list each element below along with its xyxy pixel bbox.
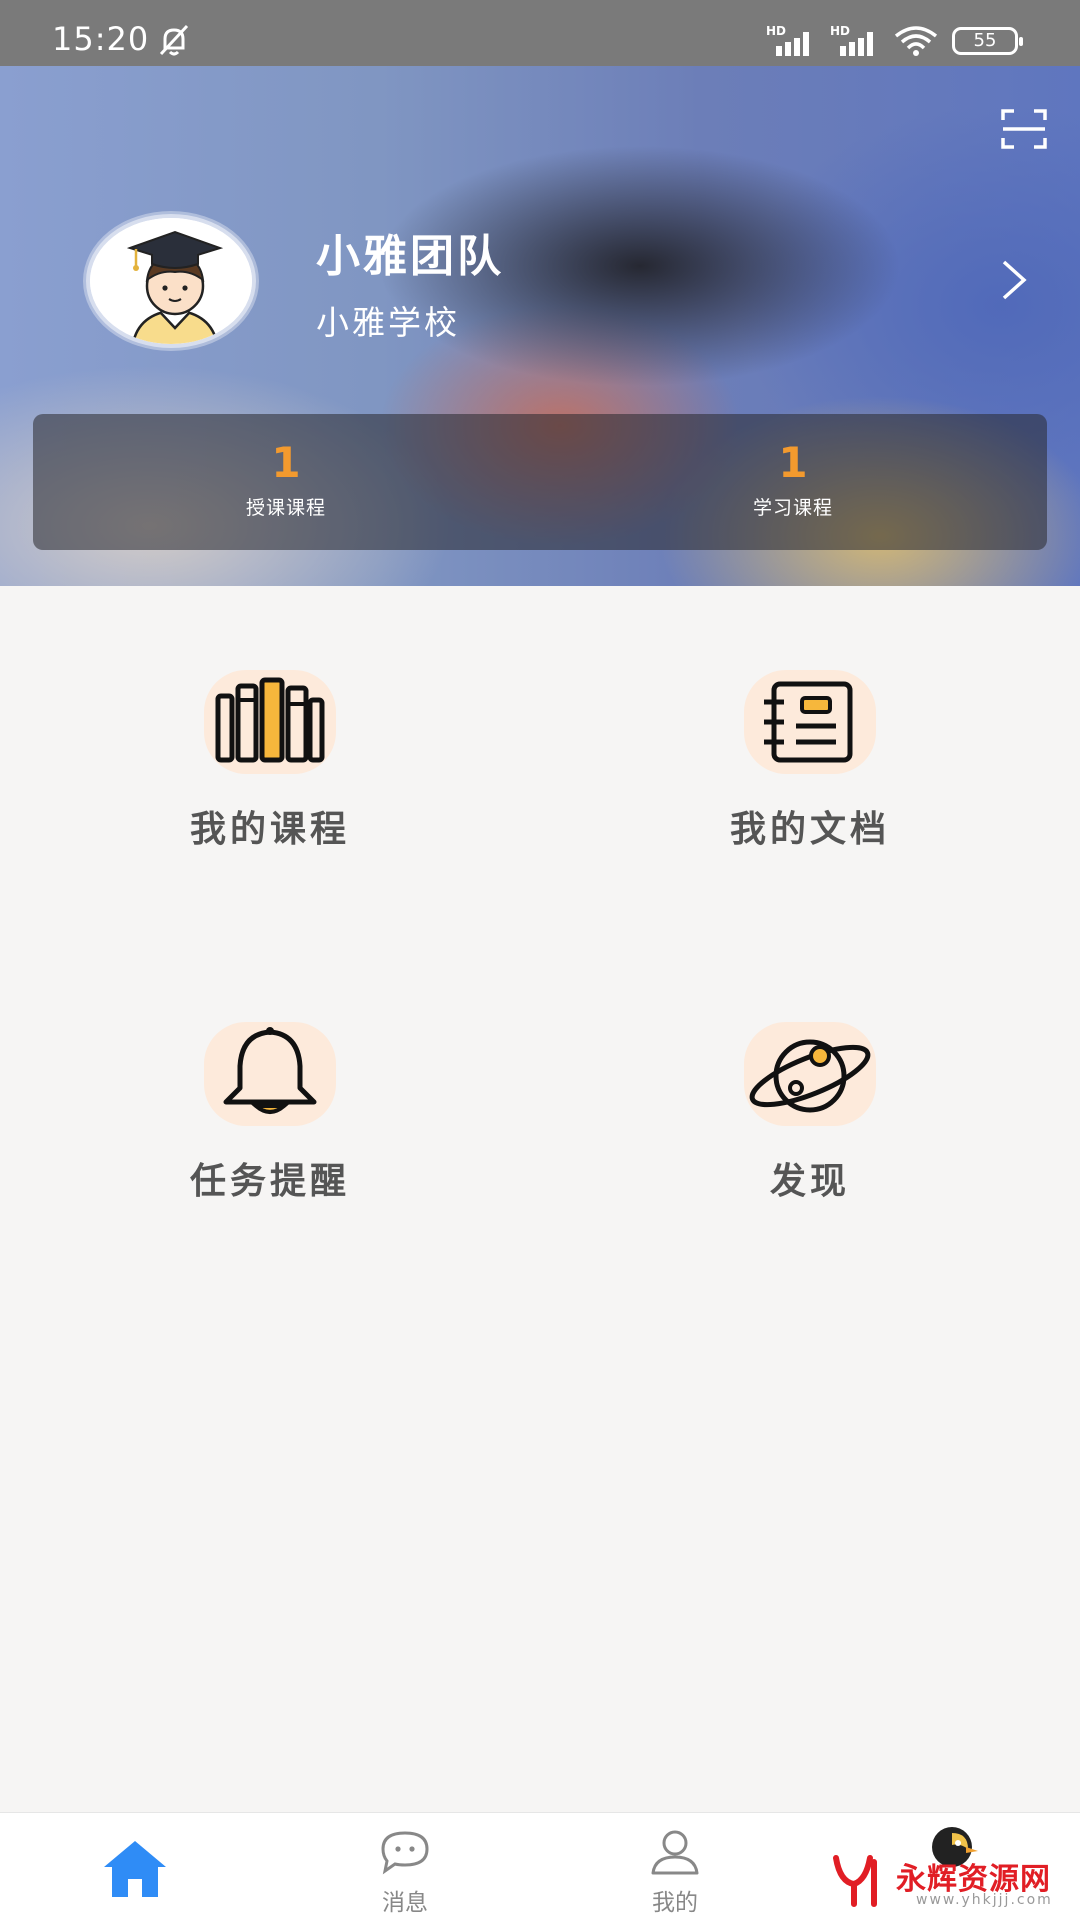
- bookshelf-icon: [204, 670, 336, 774]
- status-icons: HD HD 55: [766, 24, 1023, 58]
- graduate-avatar-icon: [90, 218, 252, 344]
- avatar[interactable]: [86, 214, 256, 348]
- grid-label: 我的文档: [729, 809, 890, 850]
- status-time: 15:20: [52, 20, 150, 58]
- grid-item-task-reminder[interactable]: 任务提醒: [120, 1022, 420, 1222]
- grid-item-my-courses[interactable]: 我的课程: [120, 670, 420, 870]
- grid-label: 我的课程: [189, 809, 350, 850]
- notifications-off-icon: [159, 24, 189, 56]
- stat-label: 授课课程: [245, 497, 326, 519]
- grid-item-discover[interactable]: 发现: [660, 1022, 960, 1222]
- bell-icon: [204, 1022, 336, 1126]
- battery-indicator: 55: [952, 27, 1023, 55]
- watermark-logo-icon: [833, 1855, 877, 1907]
- chat-icon: [381, 1831, 429, 1875]
- profile-header: 小雅团队 小雅学校 1 授课课程 1 学习课程: [0, 66, 1080, 586]
- scan-icon[interactable]: [1000, 108, 1048, 150]
- nav-item-mine[interactable]: 我的: [540, 1813, 810, 1920]
- nav-item-home[interactable]: [0, 1813, 270, 1920]
- stat-value: 1: [778, 438, 808, 487]
- stat-teaching-courses[interactable]: 1 授课课程: [186, 414, 386, 550]
- stat-learning-courses[interactable]: 1 学习课程: [693, 414, 893, 550]
- chevron-right-icon[interactable]: [1000, 258, 1028, 302]
- grid-label: 发现: [769, 1161, 850, 1202]
- signal-icon: HD: [830, 24, 880, 56]
- notebook-icon: [744, 670, 876, 774]
- planet-icon: [744, 1022, 876, 1126]
- profile-school: 小雅学校: [316, 303, 460, 342]
- nav-label: 我的: [652, 1890, 698, 1916]
- watermark: 永辉资源网 www.yhkjjj.com: [830, 1852, 1070, 1912]
- profile-name[interactable]: 小雅团队: [316, 220, 504, 284]
- watermark-url: www.yhkjjj.com: [916, 1892, 1053, 1908]
- nav-label: 消息: [382, 1890, 428, 1916]
- stat-value: 1: [271, 438, 301, 487]
- stats-card: 1 授课课程 1 学习课程: [33, 414, 1047, 550]
- signal-icon: HD: [766, 24, 816, 56]
- grid-item-my-documents[interactable]: 我的文档: [660, 670, 960, 870]
- grid-label: 任务提醒: [189, 1161, 350, 1202]
- person-icon: [651, 1830, 699, 1875]
- status-bar: 15:20 HD HD 55: [0, 0, 1080, 66]
- stat-label: 学习课程: [752, 497, 833, 519]
- home-icon: [104, 1841, 166, 1897]
- wifi-icon: [894, 26, 938, 56]
- nav-item-messages[interactable]: 消息: [270, 1813, 540, 1920]
